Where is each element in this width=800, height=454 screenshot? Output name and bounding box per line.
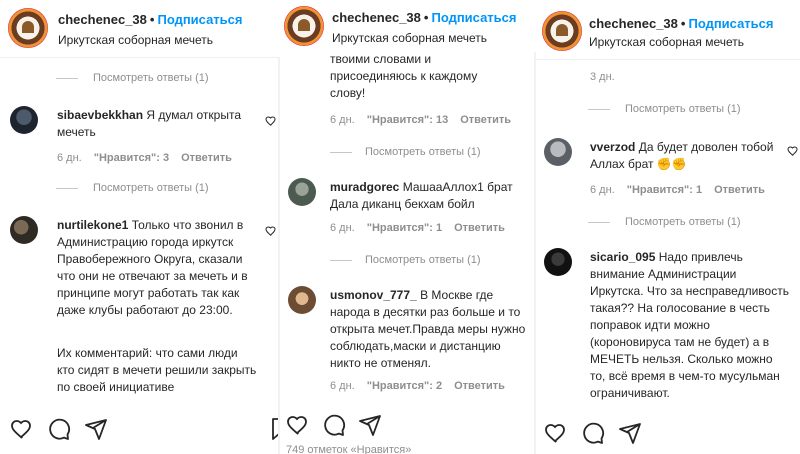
mosque-icon [556, 24, 568, 36]
commenter-avatar[interactable] [544, 138, 572, 166]
separator-dot: • [680, 16, 686, 31]
post-actions-bar [0, 408, 280, 454]
commenter-avatar[interactable] [544, 248, 572, 276]
reply-button[interactable]: Ответить [714, 184, 765, 196]
comment-meta: 6 дн. "Нравится": 1 Ответить [590, 184, 777, 196]
comment-text: sibaevbekkhan Я думал открыта мечеть [57, 107, 252, 141]
share-icon[interactable] [618, 421, 642, 445]
replies-divider [56, 78, 78, 79]
post-location[interactable]: Иркутская соборная мечеть [589, 35, 744, 49]
header-username-line: chechenec_38 • Подписаться [58, 12, 242, 27]
reply-button[interactable]: Ответить [460, 114, 511, 126]
reply-button[interactable]: Ответить [454, 222, 505, 234]
comment-likes[interactable]: "Нравится": 13 [367, 114, 448, 126]
post-header: chechenec_38 • Подписаться Иркутская собор… [280, 0, 536, 52]
replies-divider [588, 109, 610, 110]
heart-icon[interactable] [265, 115, 277, 127]
account-username[interactable]: chechenec_38 [589, 16, 678, 31]
comment-icon[interactable] [47, 417, 71, 441]
comment-username[interactable]: nurtilekone1 [57, 218, 128, 232]
mosque-icon [298, 19, 310, 31]
share-icon[interactable] [358, 413, 382, 437]
replies-divider [330, 152, 352, 153]
comment-username[interactable]: muradgorec [330, 180, 399, 194]
commenter-avatar[interactable] [10, 216, 38, 244]
heart-icon[interactable] [10, 417, 34, 441]
comment-text: muradgorec МашааАллох1 брат Дала диканц … [330, 179, 530, 213]
comment-text: nurtilekone1 Только что звонил в Админис… [57, 217, 257, 319]
comment-meta: 6 дн. "Нравится": 3 Ответить [57, 152, 244, 164]
separator-dot: • [149, 12, 155, 27]
comment-meta: 6 дн. "Нравится": 13 Ответить [330, 114, 523, 126]
view-replies-button[interactable]: Посмотреть ответы (1) [365, 146, 481, 158]
header-username-line: chechenec_38 • Подписаться [332, 10, 516, 25]
heart-icon[interactable] [544, 421, 568, 445]
header-username-line: chechenec_38 • Подписаться [589, 16, 773, 31]
view-replies-button[interactable]: Посмотреть ответы (1) [625, 103, 741, 115]
view-replies-button[interactable]: Посмотреть ответы (1) [93, 72, 209, 84]
post-location[interactable]: Иркутская соборная мечеть [58, 33, 213, 47]
comment-likes[interactable]: "Нравится": 3 [94, 152, 169, 164]
follow-button[interactable]: Подписаться [157, 12, 242, 27]
comment-meta: 6 дн. "Нравится": 2 Ответить [330, 380, 517, 392]
comment-username[interactable]: vverzod [590, 140, 635, 154]
screenshot-panel-3: chechenec_38 • Подписаться Иркутская собор… [536, 0, 800, 454]
view-replies-button[interactable]: Посмотреть ответы (1) [93, 182, 209, 194]
post-location[interactable]: Иркутская соборная мечеть [332, 31, 487, 45]
comment-icon[interactable] [322, 413, 346, 437]
comment-time: 6 дн. [330, 380, 355, 392]
post-actions-bar: 749 отметок «Нравится» [280, 404, 536, 454]
comment-text: vverzod Да будет доволен тобой Аллах бра… [590, 139, 790, 173]
post-header: chechenec_38 • Подписаться Иркутская собор… [536, 0, 800, 60]
comment-text: usmonov_777_ В Москве где народа в десят… [330, 287, 530, 372]
reply-button[interactable]: Ответить [181, 152, 232, 164]
heart-icon[interactable] [265, 225, 277, 237]
comment-username[interactable]: sibaevbekkhan [57, 108, 143, 122]
comment-time: 6 дн. [330, 114, 355, 126]
comment-icon[interactable] [581, 421, 605, 445]
comment-time: 6 дн. [330, 222, 355, 234]
comment-likes[interactable]: "Нравится": 2 [367, 380, 442, 392]
comment-time: 6 дн. [57, 152, 82, 164]
commenter-avatar[interactable] [288, 286, 316, 314]
comment-text: sicario_095 Надо привлечь внимание Админ… [590, 249, 790, 402]
fist-emoji-icon: ✊✊ [656, 157, 687, 171]
screenshot-panel-2: твоими словами и присоединяюсь к каждому… [280, 0, 536, 454]
follow-button[interactable]: Подписаться [688, 16, 773, 31]
comment-body: Надо привлечь внимание Администрации Ирк… [590, 250, 789, 400]
replies-divider [330, 260, 352, 261]
comment-username[interactable]: sicario_095 [590, 250, 655, 264]
comment-meta: 6 дн. "Нравится": 1 Ответить [330, 222, 517, 234]
comment-body: Только что звонил в Администрацию города… [57, 218, 248, 317]
screenshot-panel-1: chechenec_38 • Подписаться Иркутская собор… [0, 0, 280, 454]
share-icon[interactable] [84, 417, 108, 441]
comment-body-continued: Их комментарий: что сами люди кто сидят … [57, 346, 257, 394]
comment-body: твоими словами и присоединяюсь к каждому… [330, 52, 478, 100]
account-avatar[interactable] [542, 11, 582, 51]
view-replies-button[interactable]: Посмотреть ответы (1) [365, 254, 481, 266]
mosque-icon [22, 21, 34, 33]
account-username[interactable]: chechenec_38 [332, 10, 421, 25]
comment-time: 3 дн. [590, 71, 615, 83]
separator-dot: • [423, 10, 429, 25]
commenter-avatar[interactable] [288, 178, 316, 206]
view-replies-button[interactable]: Посмотреть ответы (1) [625, 216, 741, 228]
reply-button[interactable]: Ответить [454, 380, 505, 392]
replies-divider [56, 188, 78, 189]
account-username[interactable]: chechenec_38 [58, 12, 147, 27]
commenter-avatar[interactable] [10, 106, 38, 134]
post-header: chechenec_38 • Подписаться Иркутская собор… [0, 0, 280, 58]
comment-likes[interactable]: "Нравится": 1 [627, 184, 702, 196]
comment-time: 6 дн. [590, 184, 615, 196]
replies-divider [588, 222, 610, 223]
comment-username[interactable]: usmonov_777_ [330, 288, 417, 302]
comment-likes[interactable]: "Нравится": 1 [367, 222, 442, 234]
account-avatar[interactable] [8, 8, 48, 48]
heart-icon[interactable] [286, 413, 310, 437]
post-actions-bar [536, 415, 800, 454]
follow-button[interactable]: Подписаться [431, 10, 516, 25]
account-avatar[interactable] [284, 6, 324, 46]
heart-icon[interactable] [787, 145, 799, 157]
likes-count-cut: 749 отметок «Нравится» [286, 444, 412, 454]
